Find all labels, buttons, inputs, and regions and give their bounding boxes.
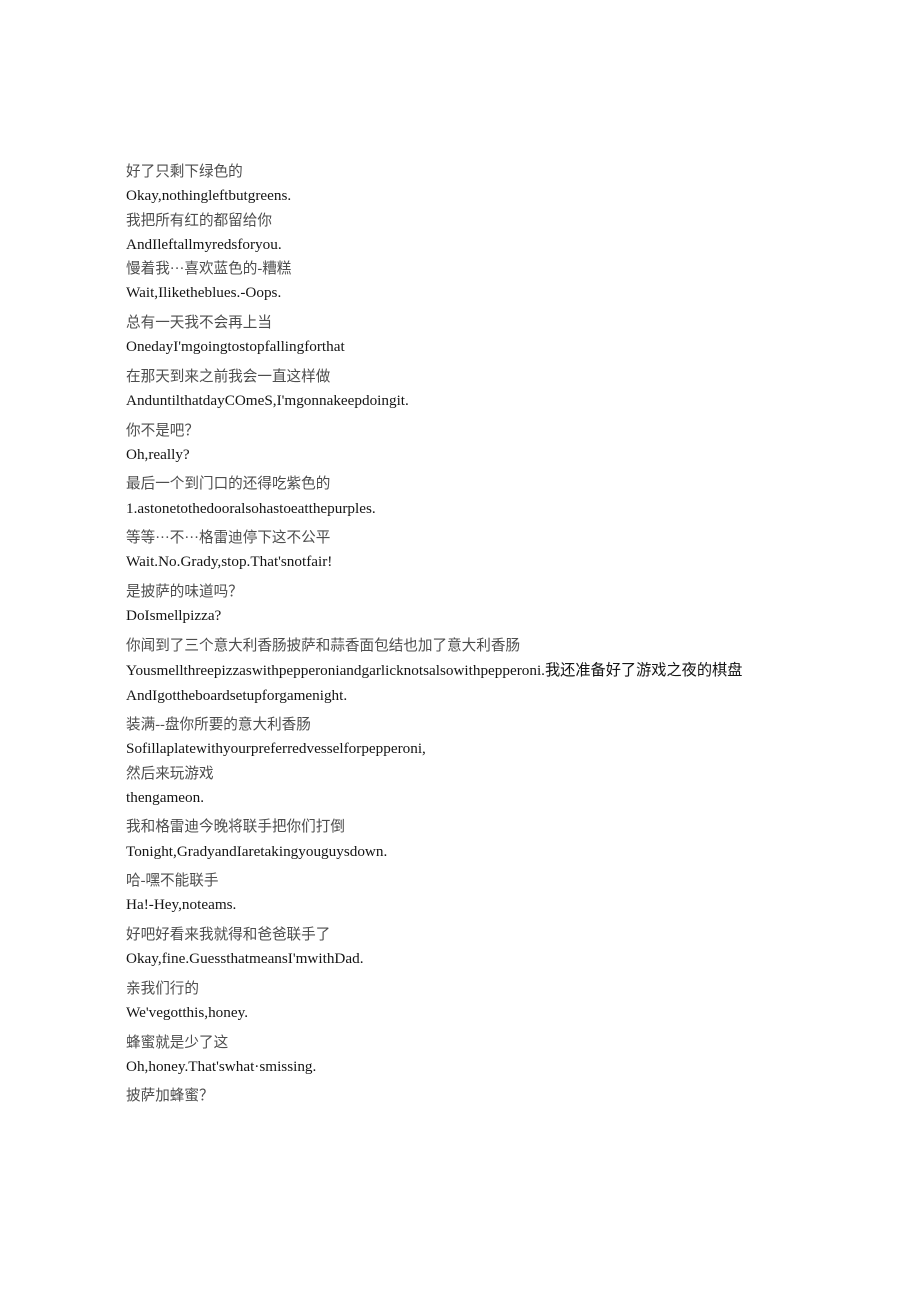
subtitle-line-chinese: 然后来玩游戏 — [126, 765, 214, 782]
subtitle-line-english: AndIleftallmyredsforyou. — [126, 235, 282, 253]
subtitle-line-english: 1.astonetothedooralsohastoeatthepurples. — [126, 499, 376, 517]
subtitle-line-english: OnedayI'mgoingtostopfallingforthat — [126, 338, 345, 356]
subtitle-line-chinese: 总有一天我不会再上当 — [126, 314, 272, 331]
subtitle-line-english: Oh,really? — [126, 445, 190, 463]
subtitle-line-english: Oh,honey.That'swhat·smissing. — [126, 1057, 317, 1075]
subtitle-line-chinese: 我和格雷迪今晚将联手把你们打倒 — [126, 819, 345, 836]
subtitle-line-chinese: 等等···不···格雷迪停下这不公平 — [126, 530, 331, 547]
subtitle-line-english: thengameon. — [126, 788, 205, 806]
subtitle-line-chinese: 慢着我···喜欢蓝色的-糟糕 — [126, 261, 292, 278]
subtitle-line-chinese: 最后一个到门口的还得吃紫色的 — [126, 476, 331, 493]
subtitle-line-chinese: 好了只剩下绿色的 — [126, 164, 243, 180]
subtitle-line-chinese: 装满--盘你所要的意大利香肠 — [126, 717, 311, 734]
subtitle-line-english: Okay,nothingleftbutgreens. — [126, 187, 292, 205]
subtitle-line-chinese: 你闻到了三个意大利香肠披萨和蒜香面包结也加了意大利香肠 — [126, 637, 521, 654]
subtitle-line-english: Wait.No.Grady,stop.That'snotfair! — [126, 553, 333, 571]
subtitle-line-chinese: 我把所有红的都留给你 — [126, 212, 272, 229]
subtitle-line-english: Ha!-Hey,noteams. — [126, 896, 237, 914]
subtitle-line-english: AnduntilthatdayCOmeS,I'mgonnakeepdoingit… — [126, 392, 409, 410]
subtitle-line-chinese: 哈-嘿不能联手 — [126, 873, 219, 890]
subtitle-line-english: Yousmellthreepizzaswithpepperoniandgarli… — [126, 661, 743, 679]
subtitle-line-chinese: 在那天到来之前我会一直这样做 — [126, 368, 331, 385]
subtitle-line-chinese: 好吧好看来我就得和爸爸联手了 — [126, 926, 331, 943]
subtitle-line-chinese: 亲我们行的 — [126, 980, 199, 997]
subtitle-line-english: DoIsmellpizza? — [126, 607, 222, 625]
subtitle-line-chinese: 蜂蜜就是少了这 — [126, 1034, 229, 1051]
transcript-body: 好了只剩下绿色的 Okay,nothingleftbutgreens. 我把所有红的… — [126, 160, 798, 1109]
subtitle-line-english: AndIgottheboardsetupforgamenight. — [126, 686, 348, 704]
subtitle-line-chinese: 披萨加蜂蜜？ — [126, 1088, 214, 1105]
subtitle-line-english: Okay,fine.GuessthatmeansI'mwithDad. — [126, 950, 364, 968]
subtitle-line-chinese: 是披萨的味道吗？ — [126, 583, 243, 600]
document-page: 好了只剩下绿色的 Okay,nothingleftbutgreens. 我把所有红的… — [0, 0, 920, 1301]
subtitle-line-english: We'vegotthis,honey. — [126, 1004, 249, 1022]
subtitle-line-english: Tonight,GradyandIaretakingyouguysdown. — [126, 842, 388, 860]
subtitle-line-english: Sofillaplatewithyourpreferredvesselforpe… — [126, 740, 426, 758]
subtitle-line-english: Wait,Iliketheblues.-Oops. — [126, 284, 282, 302]
subtitle-line-chinese: 你不是吧？ — [126, 422, 199, 439]
